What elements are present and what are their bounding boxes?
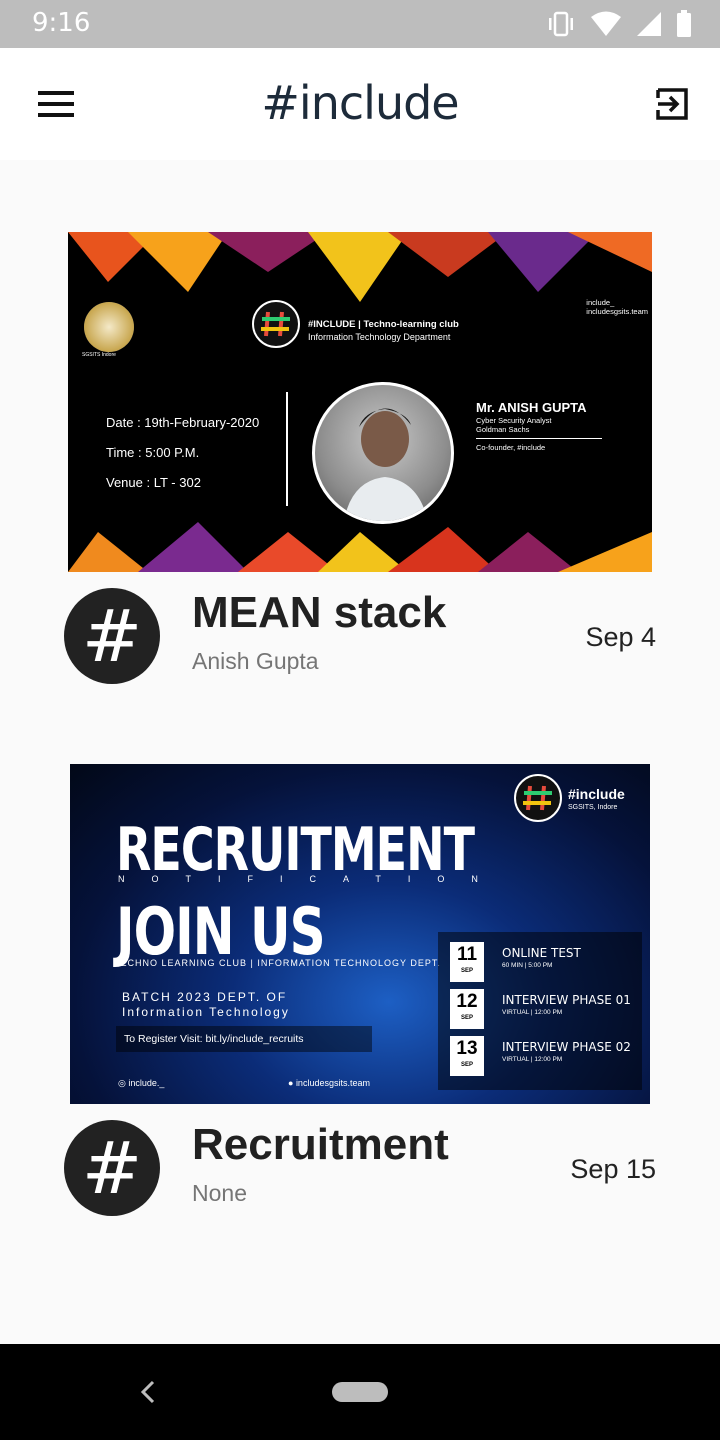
app-bar: #include	[0, 48, 720, 160]
schedule-row: 12 SEP INTERVIEW PHASE 01 VIRTUAL | 12:00…	[450, 989, 640, 1029]
hash-icon: #	[81, 594, 143, 678]
back-icon[interactable]	[136, 1378, 160, 1406]
battery-icon	[677, 10, 691, 37]
club-text: #INCLUDE | Techno-learning club Informat…	[308, 318, 459, 343]
schedule-sub: VIRTUAL | 12:00 PM	[502, 1009, 563, 1016]
schedule-row: 11 SEP ONLINE TEST 60 MIN | 5:00 PM	[450, 942, 640, 982]
status-icons	[546, 10, 692, 38]
batch-text: BATCH 2023 DEPT. OF Information Technolo…	[122, 990, 290, 1020]
schedule-day: 11 SEP	[450, 942, 484, 982]
speaker-cofounder: Co-founder, #include	[476, 443, 546, 452]
schedule-day: 13 SEP	[450, 1036, 484, 1076]
post-item[interactable]: # MEAN stack Anish Gupta Sep 4	[0, 588, 720, 688]
post-date: Sep 15	[570, 1154, 656, 1184]
avatar: #	[64, 1120, 160, 1216]
day-month: SEP	[460, 1062, 473, 1068]
notification-text: NOTIFICATION	[118, 874, 505, 884]
day-number: 13	[456, 1038, 478, 1059]
schedule-title: ONLINE TEST	[502, 946, 581, 960]
schedule-title: INTERVIEW PHASE 02	[502, 1040, 631, 1054]
college-seal-logo	[84, 302, 134, 352]
vibrate-icon	[549, 11, 573, 37]
logout-icon[interactable]	[654, 86, 690, 122]
schedule-title: INTERVIEW PHASE 01	[502, 993, 631, 1007]
social-handles: include_ includesgsits.team	[586, 298, 648, 316]
instagram-handle: ◎ include._	[118, 1078, 165, 1088]
event-details: Date : 19th-February-2020 Time : 5:00 P.…	[106, 408, 259, 498]
website-text: ● includesgsits.team	[288, 1078, 370, 1088]
schedule-day: 12 SEP	[450, 989, 484, 1029]
brand-sub: SGSITS, Indore	[568, 804, 618, 811]
event-date: Date : 19th-February-2020	[106, 415, 260, 430]
app-title: #include	[261, 76, 459, 130]
website-label: includesgsits.team	[295, 1078, 370, 1088]
batch-line-1: BATCH 2023 DEPT. OF	[122, 990, 288, 1004]
speaker-company: Goldman Sachs	[476, 425, 602, 439]
instagram-handle: include_	[586, 298, 615, 307]
day-month: SEP	[460, 1015, 473, 1021]
post-banner-image[interactable]: SGSITS Indore #INCLUDE | Techno-learning…	[68, 232, 652, 572]
home-pill-button[interactable]	[332, 1382, 388, 1402]
speaker-photo	[312, 382, 454, 524]
speaker-role: Cyber Security Analyst	[476, 416, 552, 425]
day-number: 12	[456, 991, 478, 1012]
schedule-panel: 11 SEP ONLINE TEST 60 MIN | 5:00 PM 12 SEP…	[438, 932, 642, 1090]
status-bar: 9:16	[0, 0, 720, 48]
speaker-name: Mr. ANISH GUPTA	[476, 400, 587, 415]
post-author: Anish Gupta	[192, 648, 319, 674]
website-text: includesgsits.team	[586, 307, 648, 316]
brand-text: #include SGSITS, Indore	[568, 786, 625, 814]
speaker-info: Mr. ANISH GUPTA Cyber Security Analyst G…	[476, 400, 602, 452]
day-number: 11	[456, 944, 478, 965]
event-venue: Venue : LT - 302	[106, 475, 201, 490]
batch-line-2: Information Technology	[122, 1005, 290, 1019]
brand-name: #include	[568, 786, 625, 802]
post-banner-image[interactable]: #include SGSITS, Indore RECRUITMENT NOTI…	[70, 764, 650, 1104]
post-title: MEAN stack	[192, 588, 447, 637]
divider	[286, 392, 288, 506]
day-month: SEP	[460, 968, 473, 974]
register-text: To Register Visit: bit.ly/include_recrui…	[116, 1026, 372, 1052]
status-time: 9:16	[32, 8, 91, 38]
schedule-row: 13 SEP INTERVIEW PHASE 02 VIRTUAL | 12:00…	[450, 1036, 640, 1076]
dept-line: TECHNO LEARNING CLUB | INFORMATION TECHN…	[114, 958, 441, 968]
club-line-1: #INCLUDE | Techno-learning club	[308, 319, 459, 330]
club-line-2: Information Technology Department	[308, 332, 451, 342]
instagram-label: include._	[128, 1078, 165, 1088]
include-logo	[514, 774, 562, 822]
include-logo	[252, 300, 300, 348]
avatar: #	[64, 588, 160, 684]
post-date: Sep 4	[585, 622, 656, 652]
hash-icon: #	[81, 1126, 143, 1210]
wifi-icon	[591, 11, 621, 36]
post-title: Recruitment	[192, 1120, 449, 1169]
event-time: Time : 5:00 P.M.	[106, 445, 200, 460]
schedule-sub: 60 MIN | 5:00 PM	[502, 962, 553, 969]
post-author: None	[192, 1180, 247, 1206]
post-item[interactable]: # Recruitment None Sep 15	[0, 1120, 720, 1220]
signal-icon	[637, 12, 661, 36]
seal-label: SGSITS Indore	[82, 352, 116, 358]
schedule-sub: VIRTUAL | 12:00 PM	[502, 1056, 563, 1063]
